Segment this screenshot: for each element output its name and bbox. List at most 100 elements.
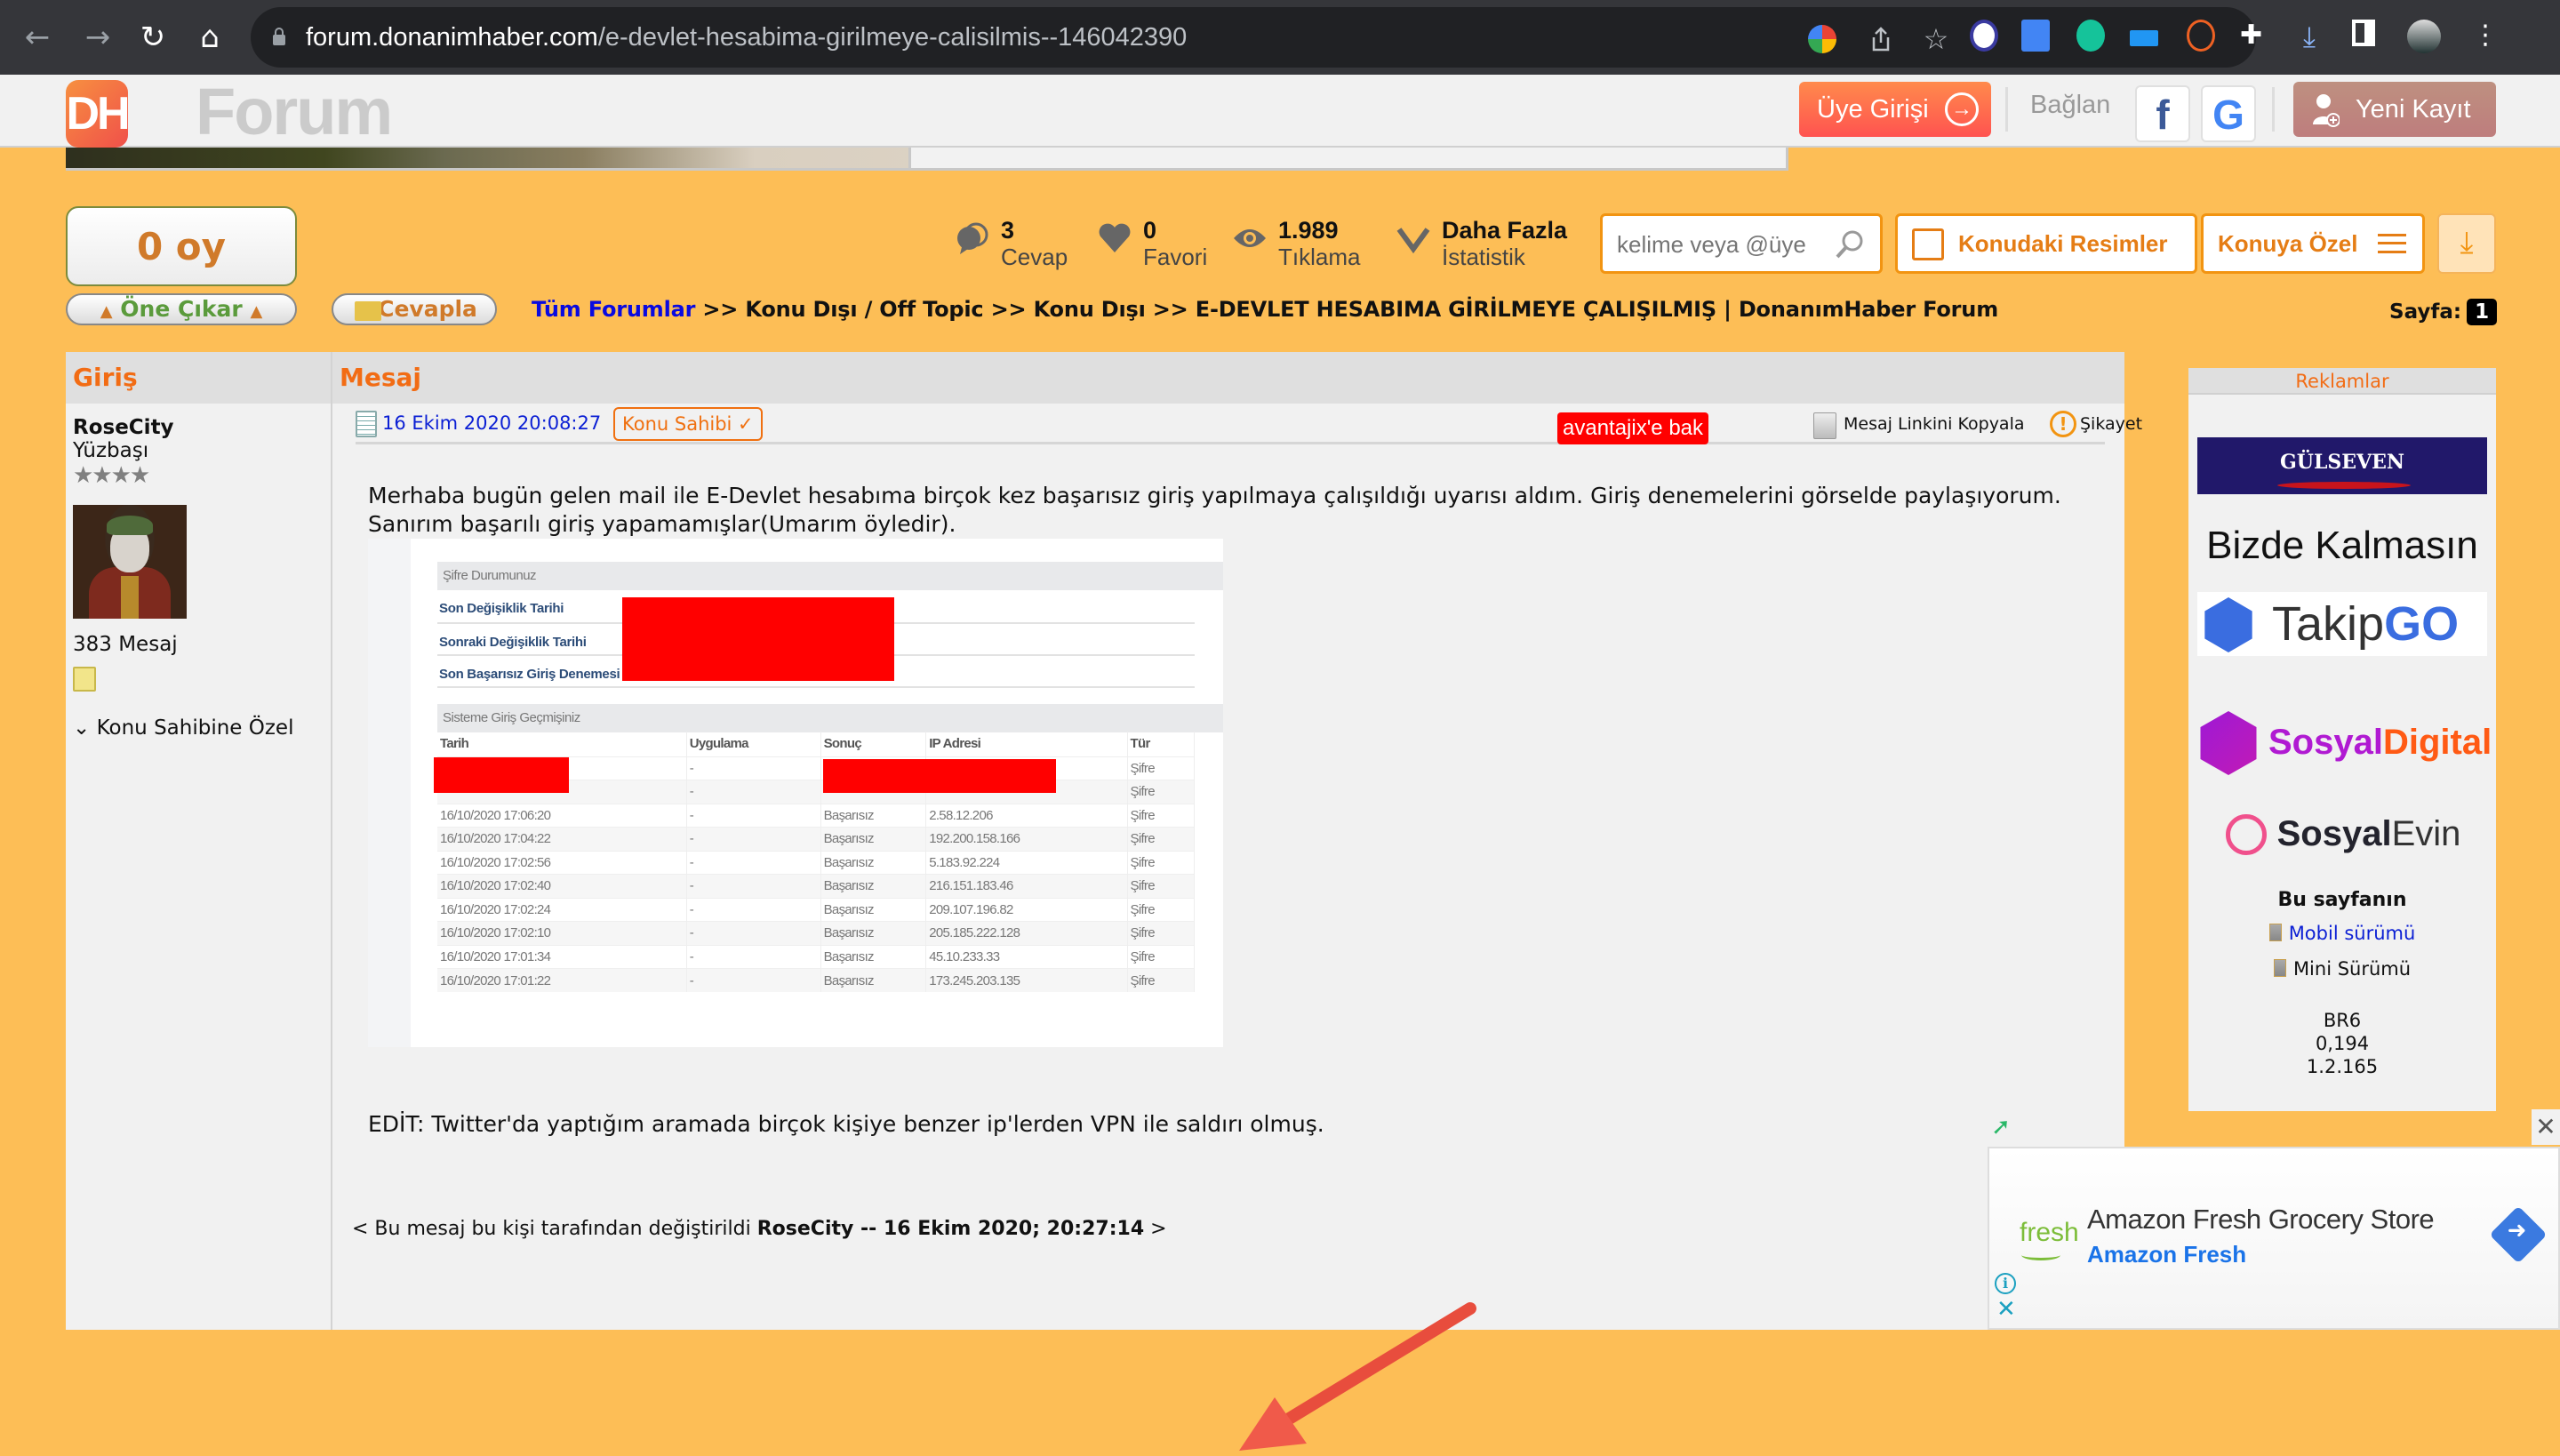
login-arrow-icon: → xyxy=(1945,92,1979,126)
chevron-down-icon xyxy=(1396,228,1430,254)
register-button[interactable]: Yeni Kayıt xyxy=(2293,82,2496,137)
copy-link-button[interactable]: Mesaj Linkini Kopyala xyxy=(1813,412,2025,439)
amazon-fresh-ad[interactable]: fresh Amazon Fresh Grocery Store Amazon … xyxy=(1988,1147,2560,1330)
lock-icon xyxy=(273,28,285,45)
post-date-link[interactable]: 16 Ekim 2020 20:08:27 xyxy=(382,412,601,434)
screen-icon[interactable] xyxy=(2130,30,2158,46)
table-cell: Şifre xyxy=(1127,780,1196,804)
facebook-login-button[interactable]: f xyxy=(2135,85,2190,142)
extensions-puzzle-icon[interactable]: ✚ xyxy=(2240,20,2268,52)
ad-close-button[interactable]: ✕ xyxy=(2532,1109,2560,1145)
home-button[interactable]: ⌂ xyxy=(190,18,229,57)
page-current[interactable]: 1 xyxy=(2467,299,2498,325)
topic-images-button[interactable]: Konudaki Resimler xyxy=(1895,213,2197,274)
table-cell: 2.58.12.206 xyxy=(925,803,1128,828)
back-button[interactable]: ← xyxy=(18,18,57,57)
user-post-count[interactable]: 383 Mesaj xyxy=(73,633,178,656)
ad-title[interactable]: Amazon Fresh Grocery Store xyxy=(2087,1204,2435,1236)
bookmark-star-icon[interactable]: ☆ xyxy=(1922,25,1950,53)
ad-expand-arrow-icon[interactable]: ➚ xyxy=(1988,1109,2014,1147)
post-container: Giriş Mesaj RoseCity Yüzbaşı ★★★★ 383 Me… xyxy=(66,352,2142,1451)
site-header: DH Forum Üye Girişi → Bağlan f G Yeni Kay… xyxy=(0,75,2560,148)
download-topic-button[interactable]: ⤓ xyxy=(2437,213,2496,274)
table-cell: 216.151.183.46 xyxy=(925,874,1128,898)
adblock-icon[interactable] xyxy=(1970,20,1998,52)
report-button[interactable]: ! Şikayet xyxy=(2050,411,2142,437)
reload-button[interactable]: ↻ xyxy=(133,18,172,57)
user-name[interactable]: RoseCity xyxy=(73,416,174,439)
forward-button[interactable]: → xyxy=(78,18,117,57)
render-time: 0,194 xyxy=(2315,1033,2370,1054)
sidepanel-icon[interactable] xyxy=(2352,20,2375,46)
mini-version-link[interactable]: Mini Sürümü xyxy=(2188,958,2496,980)
table-cell: 16/10/2020 17:02:56 xyxy=(437,850,687,875)
table-row: 16/10/2020 17:06:20- Başarısız 2.58.12.206… xyxy=(437,803,1196,828)
table-cell: 16/10/2020 17:06:20 xyxy=(437,803,687,828)
phone-icon xyxy=(2273,959,2286,977)
triangle-up-icon: ▲ xyxy=(100,302,113,321)
ad-sosyalevin[interactable]: SosyalEvin xyxy=(2197,807,2487,860)
add-user-icon xyxy=(2313,94,2340,127)
mobile-version-link[interactable]: Mobil sürümü xyxy=(2188,923,2496,944)
owner-special-toggle[interactable]: ⌄ Konu Sahibine Özel xyxy=(73,716,293,740)
documents-icon[interactable] xyxy=(73,667,96,692)
google-icon[interactable] xyxy=(1808,25,1836,53)
link-icon xyxy=(1813,412,1836,439)
download-icon[interactable]: ⤓ xyxy=(2295,20,2324,53)
table-cell: - xyxy=(686,921,821,945)
directions-icon[interactable] xyxy=(2489,1205,2548,1264)
login-history-screenshot[interactable]: Şifre Durumunuz Son Değişiklik Tarihi So… xyxy=(368,539,1223,1047)
table-cell: 45.10.233.33 xyxy=(925,944,1128,969)
table-row: 16/10/2020 17:01:34- Başarısız 45.10.233.3… xyxy=(437,944,1196,969)
divider xyxy=(2005,87,2008,132)
ad-sosyaldigital[interactable]: SosyalDigital xyxy=(2197,711,2492,775)
browser-toolbar: ← → ↻ ⌂ forum.donanimhaber.com/e-devlet-… xyxy=(0,0,2560,75)
post-body-text: Merhaba bugün gelen mail ile E-Devlet he… xyxy=(368,483,2061,537)
ad-subtitle[interactable]: Amazon Fresh xyxy=(2087,1241,2246,1268)
search-icon[interactable] xyxy=(1834,228,1866,260)
table-cell: Başarısız xyxy=(820,921,927,945)
pagination: Sayfa: 1 xyxy=(2389,299,2498,325)
search-input[interactable] xyxy=(1617,228,1830,260)
table-cell: Şifre xyxy=(1127,850,1196,875)
table-cell: Başarısız xyxy=(820,874,927,898)
redaction xyxy=(434,757,569,793)
table-cell: - xyxy=(686,850,821,875)
table-cell: 16/10/2020 17:01:22 xyxy=(437,968,687,992)
avantajix-button[interactable]: avantajix'e bak xyxy=(1557,412,1709,444)
breadcrumb-root-link[interactable]: Tüm Forumlar xyxy=(532,297,695,322)
site-logo[interactable]: DH xyxy=(66,80,131,148)
address-bar[interactable]: forum.donanimhaber.com/e-devlet-hesabima… xyxy=(251,7,2256,68)
bitly-icon[interactable] xyxy=(2187,20,2215,52)
redaction xyxy=(823,759,1056,793)
folder-icon xyxy=(355,301,381,321)
ad-gulseven[interactable]: GÜLSEVEN xyxy=(2197,437,2487,494)
google-translate-icon[interactable] xyxy=(2021,20,2050,52)
table-cell: Başarısız xyxy=(820,968,927,992)
table-cell: Şifre xyxy=(1127,803,1196,828)
table-header: IP Adresi xyxy=(925,732,1128,756)
promote-button[interactable]: ▲ Öne Çıkar ▲ xyxy=(66,293,297,325)
search-box xyxy=(1600,213,1883,274)
vote-count: 0 oy xyxy=(66,206,297,286)
ad-info-icon[interactable]: i xyxy=(1995,1273,2016,1294)
grammarly-icon[interactable] xyxy=(2076,20,2105,52)
share-icon[interactable] xyxy=(1867,25,1895,53)
site-logo-forum[interactable]: Forum xyxy=(196,78,393,146)
ad-dismiss-icon[interactable]: ✕ xyxy=(1996,1296,2016,1323)
ad-bizde-kalmasin[interactable]: Bizde Kalmasın xyxy=(2197,519,2487,572)
google-login-button[interactable]: G xyxy=(2201,85,2256,142)
topic-special-button[interactable]: Konuya Özel xyxy=(2201,213,2425,274)
chevron-down-icon: ⌄ xyxy=(73,716,97,740)
table-cell: 192.200.158.166 xyxy=(925,827,1128,851)
menu-kebab-icon[interactable]: ⋮ xyxy=(2471,20,2500,52)
table-cell: Başarısız xyxy=(820,803,927,828)
table-row: 16/10/2020 17:02:24- Başarısız 209.107.196… xyxy=(437,897,1196,922)
phone-icon xyxy=(2268,924,2282,941)
sosyalevin-logo-icon xyxy=(2226,814,2267,855)
ad-takipgo[interactable]: TakipGO xyxy=(2197,592,2487,656)
reply-button[interactable]: Cevapla xyxy=(332,293,497,325)
avatar[interactable] xyxy=(73,505,187,619)
profile-avatar[interactable] xyxy=(2407,20,2441,53)
login-button[interactable]: Üye Girişi → xyxy=(1799,82,1991,137)
